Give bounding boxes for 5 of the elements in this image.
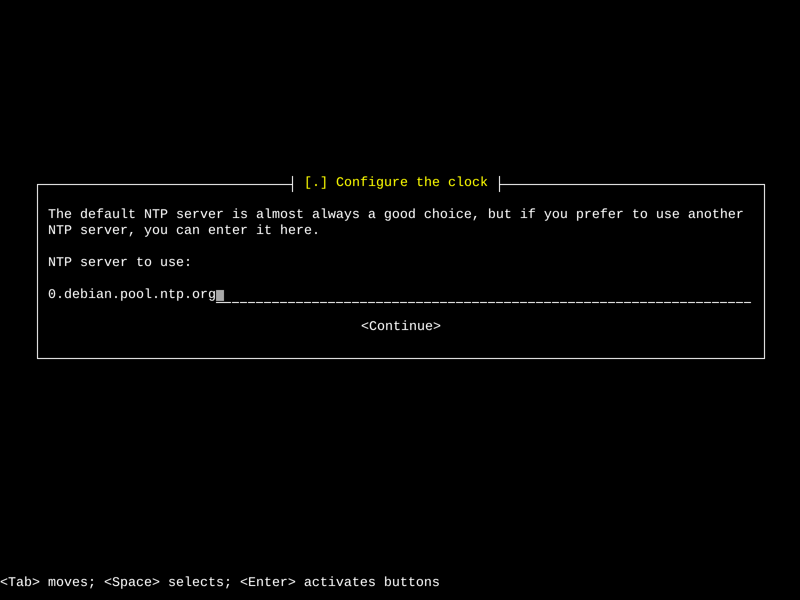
dialog-title: [.] Configure the clock bbox=[292, 176, 500, 192]
dialog-message: The default NTP server is almost always a good choice, but if you prefer to use another NTP server, you can enter it here. bbox=[48, 208, 745, 240]
field-label: NTP server to use: bbox=[48, 256, 193, 272]
continue-button[interactable]: <Continue> bbox=[361, 320, 441, 336]
status-bar-hint: <Tab> moves; <Space> selects; <Enter> activates buttons bbox=[0, 576, 441, 592]
